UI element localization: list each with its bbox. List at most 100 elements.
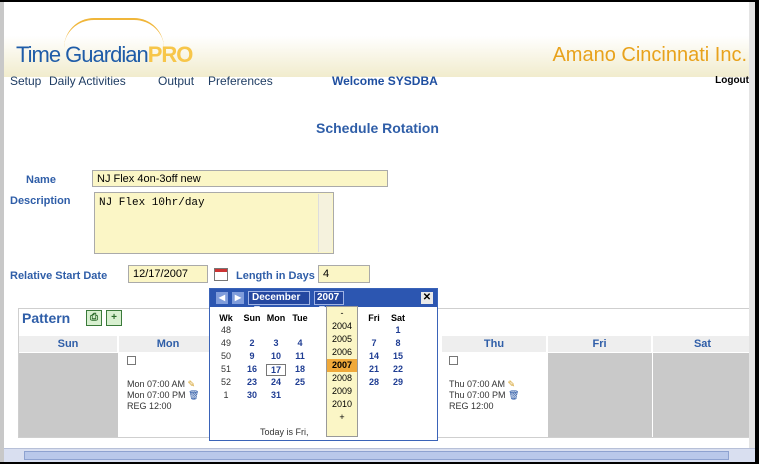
thu-reg-hours: REG 12:00 bbox=[449, 401, 494, 411]
mon-cell[interactable]: Mon 07:00 AM ✎ Mon 07:00 PM 🗑 REG 12:00 bbox=[127, 356, 199, 412]
length-label: Length in Days bbox=[236, 270, 315, 282]
year-option[interactable]: 2009 bbox=[327, 385, 357, 398]
year-option[interactable]: 2007 bbox=[327, 359, 357, 372]
year-option[interactable]: 2004 bbox=[327, 320, 357, 333]
welcome-text: Welcome SYSDBA bbox=[332, 74, 438, 88]
calendar-day[interactable]: 4 bbox=[290, 338, 310, 348]
year-option[interactable]: 2005 bbox=[327, 333, 357, 346]
menu-preferences[interactable]: Preferences bbox=[208, 74, 273, 88]
month-select[interactable]: December ▼ bbox=[248, 291, 310, 315]
calendar-day[interactable]: 14 bbox=[364, 351, 384, 361]
length-input[interactable]: 4 bbox=[318, 265, 370, 283]
year-option[interactable]: 2010 bbox=[327, 398, 357, 411]
thu-cell[interactable]: Thu 07:00 AM ✎ Thu 07:00 PM 🗑 REG 12:00 bbox=[449, 356, 519, 412]
calendar-day[interactable]: 2 bbox=[242, 338, 262, 348]
start-date-label: Relative Start Date bbox=[10, 270, 108, 282]
day-header-fri: Fri bbox=[548, 336, 652, 352]
logout-link[interactable]: Logout bbox=[715, 75, 749, 86]
weekday-header: Tue bbox=[292, 313, 308, 323]
textarea-scrollbar[interactable] bbox=[318, 194, 332, 252]
calendar-day[interactable]: 9 bbox=[242, 351, 262, 361]
calendar-day[interactable]: 11 bbox=[290, 351, 310, 361]
week-number: 51 bbox=[220, 364, 231, 374]
calendar-day[interactable]: 28 bbox=[364, 377, 384, 387]
menu-bar: Setup Daily Activities Output Preference… bbox=[4, 72, 755, 90]
year-value: 2007 bbox=[317, 292, 340, 303]
pencil-icon[interactable]: ✎ bbox=[188, 379, 196, 389]
month-value: December bbox=[252, 292, 301, 303]
trash-icon[interactable]: 🗑 bbox=[188, 390, 199, 400]
thu-out-time: Thu 07:00 PM bbox=[449, 390, 506, 400]
year-option[interactable]: 2008 bbox=[327, 372, 357, 385]
vertical-scrollbar[interactable] bbox=[749, 2, 755, 450]
week-number: 50 bbox=[220, 351, 231, 361]
logo-text: Time Guardian bbox=[16, 42, 149, 67]
calendar-day[interactable]: 29 bbox=[388, 377, 408, 387]
calendar-icon[interactable] bbox=[214, 268, 228, 281]
scrollbar-thumb[interactable] bbox=[24, 451, 729, 460]
print-pattern-button[interactable]: ⎙ bbox=[86, 310, 102, 326]
close-icon[interactable]: ✕ bbox=[421, 292, 433, 304]
prev-month-icon[interactable]: ◀ bbox=[216, 292, 228, 304]
thu-checkbox[interactable] bbox=[449, 356, 458, 365]
thu-in-time: Thu 07:00 AM bbox=[449, 379, 506, 389]
year-dropdown: -2004 2005 2006 2007 2008 2009 2010 + bbox=[326, 306, 358, 437]
name-label: Name bbox=[26, 174, 56, 186]
calendar-day[interactable]: 30 bbox=[242, 390, 262, 400]
calendar-day[interactable]: 16 bbox=[242, 364, 262, 374]
calendar-day[interactable]: 21 bbox=[364, 364, 384, 374]
calendar-day[interactable]: 15 bbox=[388, 351, 408, 361]
logo-pro-text: PRO bbox=[147, 42, 194, 67]
weekday-header: Wk bbox=[219, 313, 233, 323]
horizontal-scrollbar[interactable] bbox=[4, 448, 755, 462]
calendar-day[interactable]: 17 bbox=[266, 364, 286, 376]
description-textarea[interactable]: NJ Flex 10hr/day bbox=[94, 192, 334, 254]
day-header-sat: Sat bbox=[653, 336, 753, 352]
menu-output[interactable]: Output bbox=[158, 74, 194, 88]
calendar-day[interactable]: 22 bbox=[388, 364, 408, 374]
calendar-day[interactable]: 23 bbox=[242, 377, 262, 387]
menu-setup[interactable]: Setup bbox=[10, 74, 41, 88]
calendar-day[interactable]: 10 bbox=[266, 351, 286, 361]
calendar-day[interactable]: 25 bbox=[290, 377, 310, 387]
app-logo: Time GuardianPRO bbox=[16, 42, 194, 68]
mon-in-time: Mon 07:00 AM bbox=[127, 379, 186, 389]
name-input[interactable]: NJ Flex 4on-3off new bbox=[92, 170, 388, 187]
date-picker-popup: ◀ ▶ December ▼ 2007 ▼ ✕ WkSunMonTuehuFri… bbox=[209, 288, 438, 441]
calendar-day[interactable]: 18 bbox=[290, 364, 310, 374]
description-label: Description bbox=[10, 195, 71, 207]
start-date-input[interactable]: 12/17/2007 bbox=[128, 265, 208, 283]
calendar-day[interactable]: 31 bbox=[266, 390, 286, 400]
calendar-day[interactable]: 8 bbox=[388, 338, 408, 348]
fri-cell[interactable] bbox=[548, 353, 652, 437]
sun-cell[interactable] bbox=[19, 353, 118, 437]
description-text: NJ Flex 10hr/day bbox=[99, 197, 205, 209]
pencil-icon[interactable]: ✎ bbox=[508, 379, 516, 389]
calendar-day[interactable]: 24 bbox=[266, 377, 286, 387]
mon-checkbox[interactable] bbox=[127, 356, 136, 365]
week-number: 1 bbox=[223, 390, 229, 400]
week-number: 49 bbox=[220, 338, 231, 348]
calendar-day[interactable]: 7 bbox=[364, 338, 384, 348]
year-option[interactable]: - bbox=[327, 307, 357, 320]
calendar-day[interactable]: 1 bbox=[388, 325, 408, 335]
page-title: Schedule Rotation bbox=[316, 120, 439, 136]
add-pattern-button[interactable]: + bbox=[106, 310, 122, 326]
date-picker-header: ◀ ▶ December ▼ 2007 ▼ ✕ bbox=[210, 289, 437, 315]
year-select[interactable]: 2007 ▼ bbox=[314, 291, 344, 315]
company-name: Amano Cincinnati Inc. bbox=[552, 44, 747, 66]
menu-daily-activities[interactable]: Daily Activities bbox=[49, 74, 126, 88]
mon-out-time: Mon 07:00 PM bbox=[127, 390, 186, 400]
next-month-icon[interactable]: ▶ bbox=[232, 292, 244, 304]
calendar-day[interactable]: 3 bbox=[266, 338, 286, 348]
year-option[interactable]: 2006 bbox=[327, 346, 357, 359]
sat-cell[interactable] bbox=[653, 353, 753, 437]
year-option[interactable]: + bbox=[327, 411, 357, 424]
day-header-mon: Mon bbox=[119, 336, 218, 352]
weekday-header: Sat bbox=[390, 313, 405, 323]
trash-icon[interactable]: 🗑 bbox=[508, 390, 519, 400]
today-text: Today is Fri, bbox=[260, 427, 309, 437]
weekday-header: Mon bbox=[266, 313, 286, 323]
pattern-title: Pattern bbox=[22, 310, 71, 326]
mon-reg-hours: REG 12:00 bbox=[127, 401, 172, 411]
